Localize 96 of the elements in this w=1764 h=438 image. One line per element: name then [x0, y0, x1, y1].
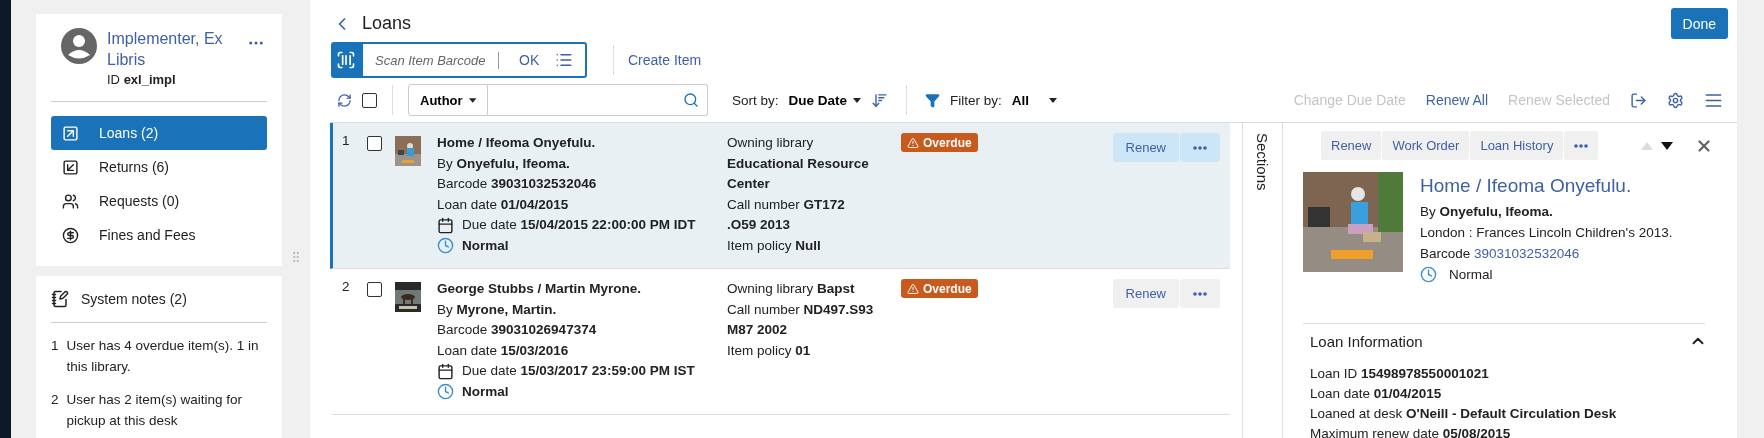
- loan-field: Maximum renew date 05/08/2015: [1310, 424, 1727, 438]
- sort-order-icon[interactable]: [871, 91, 889, 109]
- barcode-icon: [336, 50, 356, 70]
- due-date: Due date 15/04/2015 22:00:00 PM IDT: [462, 216, 696, 234]
- nav-item[interactable]: Fines and Fees: [51, 218, 267, 252]
- search-field-menu[interactable]: Author: [408, 84, 488, 116]
- item-policy: Item policy Null: [727, 236, 822, 255]
- loan-row[interactable]: [330, 123, 1230, 269]
- more-button[interactable]: [1180, 279, 1220, 308]
- notes-title: System notes (2): [81, 291, 187, 307]
- owning-library: Owning library Bapst: [727, 280, 856, 298]
- item-title[interactable]: Home / Ifeoma Onyefulu.: [437, 133, 727, 154]
- detail-author: By Onyefulu, Ifeoma.: [1420, 203, 1554, 221]
- row-number: 2: [342, 279, 351, 296]
- detail-action-button[interactable]: Renew: [1321, 131, 1382, 160]
- item-status: Normal: [1449, 266, 1493, 284]
- item-author: By Myrone, Martin.: [437, 300, 558, 319]
- note-text: User has 4 overdue item(s). 1 in this library.: [66, 337, 260, 376]
- caret-icon: [853, 97, 862, 103]
- detail-action-button[interactable]: Work Order: [1382, 131, 1470, 160]
- detail-action-button[interactable]: Loan History: [1470, 131, 1564, 160]
- owning-library: Owning library Educational Resource Center: [727, 134, 870, 193]
- barcode-label: Barcode: [1420, 246, 1471, 261]
- barcode-scan-button[interactable]: [331, 42, 361, 78]
- item-barcode: Barcode 39031026947374: [437, 321, 598, 339]
- call-number: Call number GT172 .O59 2013: [727, 195, 846, 234]
- calendar-icon: [437, 362, 454, 380]
- caret-icon: [1049, 97, 1058, 103]
- loan-date: Loan date 01/04/2015: [437, 195, 570, 214]
- barcode-input[interactable]: Scan Item Barcode: [373, 51, 499, 69]
- call-number: Call number ND497.S93 M87 2002: [727, 300, 875, 339]
- loan-field: Loan date 01/04/2015: [1310, 384, 1727, 404]
- due-date: Due date 15/03/2017 23:59:00 PM IST: [462, 362, 695, 380]
- item-barcode: Barcode 39031032532046: [437, 175, 598, 193]
- note-number: 1: [51, 337, 59, 355]
- select-all-checkbox[interactable]: [362, 92, 377, 108]
- create-item-link[interactable]: Create Item: [628, 52, 702, 68]
- list-icon[interactable]: [555, 51, 574, 69]
- filter-icon[interactable]: [925, 92, 941, 108]
- more-icon: [1193, 291, 1207, 296]
- overdue-badge: Overdue: [901, 133, 978, 152]
- clock-icon: [1420, 266, 1437, 283]
- avatar-icon: [61, 28, 97, 64]
- item-status: Normal: [462, 382, 509, 401]
- more-button[interactable]: [1564, 131, 1599, 160]
- note-number: 2: [51, 391, 59, 409]
- done-button[interactable]: Done: [1670, 8, 1728, 39]
- overdue-badge: Overdue: [901, 279, 978, 298]
- clock-icon: [437, 237, 454, 255]
- user-id: ID exl_impl: [107, 72, 177, 87]
- renew-button[interactable]: Renew: [1112, 133, 1179, 162]
- item-title[interactable]: George Stubbs / Martin Myrone.: [437, 279, 727, 300]
- arrow-square-icon: [62, 124, 79, 142]
- item-policy: Item policy 01: [727, 341, 812, 360]
- export-icon[interactable]: [1630, 91, 1647, 109]
- note-text: User has 2 item(s) waiting for pickup at this desk: [66, 391, 244, 430]
- ok-button[interactable]: OK: [513, 51, 546, 69]
- search-icon[interactable]: [683, 92, 699, 108]
- publisher: London : Frances Lincoln Children's 2013.: [1420, 224, 1673, 242]
- scan-field[interactable]: Scan Item Barcode OK: [361, 42, 587, 78]
- refresh-icon[interactable]: [337, 92, 352, 108]
- people-icon: [62, 192, 79, 210]
- row-checkbox[interactable]: [367, 282, 382, 297]
- filter-label: Filter by:: [950, 92, 1002, 108]
- note-icon: [51, 290, 69, 308]
- down-arrow-icon[interactable]: [1661, 141, 1673, 150]
- sections-tab[interactable]: Sections: [1254, 133, 1271, 438]
- settings-icon[interactable]: [1667, 91, 1684, 109]
- page-title: Loans: [362, 13, 412, 34]
- clock-icon: [437, 383, 454, 401]
- dollar-icon: [62, 226, 79, 244]
- loan-field: Loan ID 15498978550001021: [1310, 364, 1727, 384]
- filter-dropdown[interactable]: All: [1011, 92, 1058, 108]
- toolbar-action[interactable]: Renew All: [1425, 92, 1489, 108]
- caret-icon: [468, 97, 476, 103]
- more-icon: [1193, 145, 1207, 150]
- nav-item[interactable]: Loans (2): [51, 116, 267, 150]
- sort-dropdown[interactable]: Due Date: [788, 92, 862, 108]
- arrow-square-icon: [62, 158, 79, 176]
- section-title[interactable]: Loan Information: [1310, 332, 1423, 350]
- item-author: By Onyefulu, Ifeoma.: [437, 154, 571, 173]
- renew-button[interactable]: Renew: [1112, 279, 1179, 308]
- detail-title[interactable]: Home / Ifeoma Onyefulu.: [1420, 172, 1673, 200]
- barcode-link[interactable]: 39031032532046: [1474, 246, 1580, 261]
- row-checkbox[interactable]: [367, 136, 382, 151]
- sort-label: Sort by:: [732, 92, 779, 108]
- search-field[interactable]: [488, 84, 708, 116]
- item-status: Normal: [462, 236, 509, 255]
- calendar-icon: [437, 216, 454, 234]
- nav-item[interactable]: Returns (6): [51, 150, 267, 184]
- row-number: 1: [342, 133, 351, 150]
- loan-date: Loan date 15/03/2016: [437, 341, 570, 360]
- user-name[interactable]: Implementer, Ex Libris: [107, 28, 227, 70]
- loan-field: Loaned at desk O'Neill - Default Circulation Desk: [1310, 404, 1727, 424]
- nav-item[interactable]: Requests (0): [51, 184, 267, 218]
- more-icon: [1574, 143, 1589, 148]
